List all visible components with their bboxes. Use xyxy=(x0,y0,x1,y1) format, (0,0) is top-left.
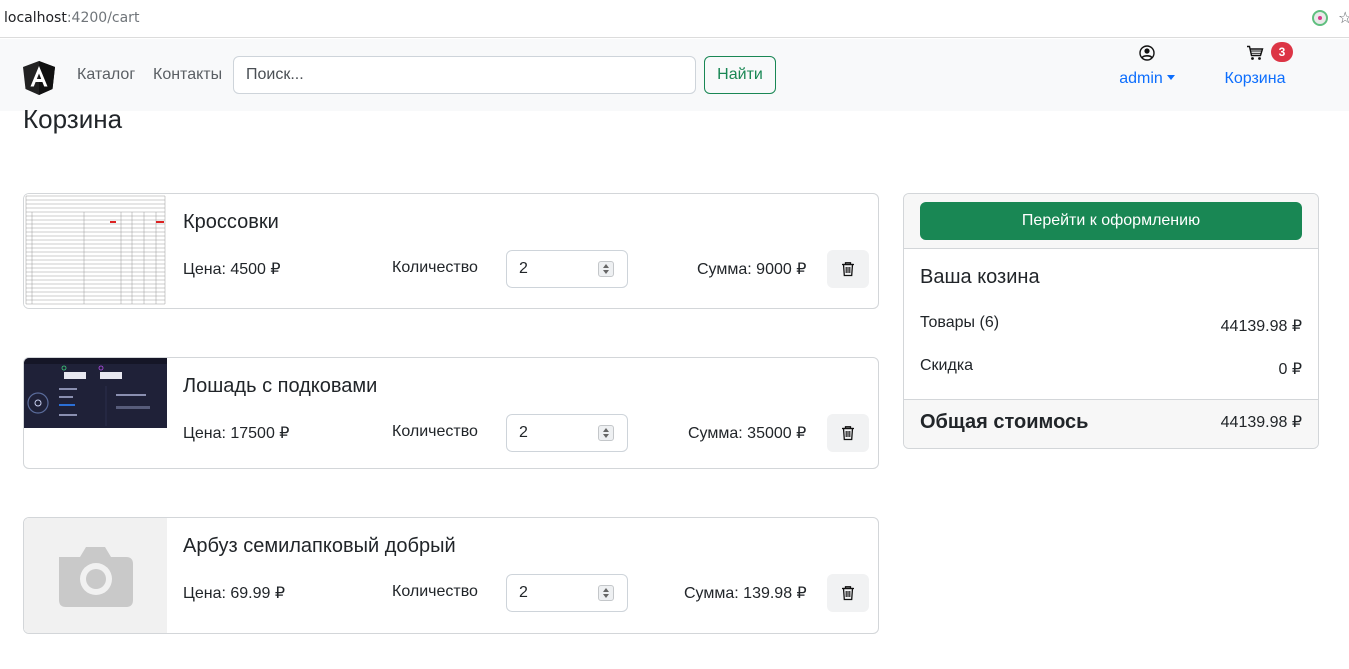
browser-address-bar[interactable]: localhost:4200/cart ☆ xyxy=(0,0,1349,38)
quantity-value: 2 xyxy=(519,260,528,277)
cart-item-card: Арбуз семилапковый добрый Цена: 69.99 ₽ … xyxy=(23,517,879,634)
item-sum: Сумма: 139.98 ₽ xyxy=(684,585,807,602)
caret-down-icon xyxy=(1166,75,1175,80)
spinner-arrows-icon[interactable] xyxy=(598,585,614,601)
trash-icon xyxy=(842,586,854,601)
url-path: :4200/cart xyxy=(66,10,140,26)
product-image xyxy=(24,358,167,428)
items-total-value: 44139.98 ₽ xyxy=(1220,318,1302,335)
quantity-stepper[interactable]: 2 xyxy=(506,250,628,288)
url-host: localhost xyxy=(4,10,67,26)
nav-link-catalog[interactable]: Каталог xyxy=(77,66,135,84)
item-name: Арбуз семилапковый добрый xyxy=(183,535,456,557)
search-button[interactable]: Найти xyxy=(704,56,776,94)
item-name: Кроссовки xyxy=(183,211,279,233)
item-sum: Сумма: 9000 ₽ xyxy=(697,261,807,278)
delete-item-button[interactable] xyxy=(827,250,869,288)
user-menu[interactable]: admin xyxy=(1110,45,1184,88)
quantity-label: Количество xyxy=(392,259,478,276)
cart-label: Корзина xyxy=(1224,70,1286,87)
summary-title: Ваша козина xyxy=(920,266,1040,288)
extension-icon[interactable] xyxy=(1312,10,1328,26)
item-price: Цена: 69.99 ₽ xyxy=(183,585,286,602)
cart-item-card: Кроссовки Цена: 4500 ₽ Количество 2 Сумм… xyxy=(23,193,879,309)
summary-header: Перейти к оформлению xyxy=(904,194,1318,249)
items-count-label: Товары (6) xyxy=(920,314,1000,331)
bookmark-star-icon[interactable]: ☆ xyxy=(1338,8,1349,28)
total-label: Общая стоимось xyxy=(920,411,1089,433)
item-price: Цена: 4500 ₽ xyxy=(183,261,281,278)
quantity-value: 2 xyxy=(519,584,528,601)
cart-link[interactable]: 3 Корзина xyxy=(1214,42,1296,88)
order-summary-card: Перейти к оформлению Ваша козина Товары … xyxy=(903,193,1319,449)
camera-placeholder-icon xyxy=(24,518,167,633)
item-sum: Сумма: 35000 ₽ xyxy=(688,425,807,442)
total-value: 44139.98 ₽ xyxy=(1220,414,1302,431)
navbar: Каталог Контакты Найти admin 3 Корзина xyxy=(0,39,1349,111)
search-input[interactable] xyxy=(233,56,696,94)
summary-footer: Общая стоимось 44139.98 ₽ xyxy=(904,399,1318,448)
nav-link-contacts[interactable]: Контакты xyxy=(153,66,222,84)
delete-item-button[interactable] xyxy=(827,414,869,452)
user-name[interactable]: admin xyxy=(1119,70,1175,88)
item-name: Лошадь с подковами xyxy=(183,375,378,397)
discount-value: 0 ₽ xyxy=(1278,361,1302,378)
spinner-arrows-icon[interactable] xyxy=(598,261,614,277)
checkout-button[interactable]: Перейти к оформлению xyxy=(920,202,1302,240)
cart-count-badge: 3 xyxy=(1271,42,1293,62)
quantity-stepper[interactable]: 2 xyxy=(506,414,628,452)
quantity-label: Количество xyxy=(392,423,478,440)
angular-logo-icon[interactable] xyxy=(23,61,55,95)
cart-icon xyxy=(1247,45,1264,60)
delete-item-button[interactable] xyxy=(827,574,869,612)
spinner-arrows-icon[interactable] xyxy=(598,425,614,441)
user-circle-icon xyxy=(1139,45,1155,61)
discount-label: Скидка xyxy=(920,357,974,374)
item-price: Цена: 17500 ₽ xyxy=(183,425,290,442)
quantity-label: Количество xyxy=(392,583,478,600)
product-image xyxy=(24,194,167,308)
url-text[interactable]: localhost:4200/cart xyxy=(4,10,139,26)
quantity-stepper[interactable]: 2 xyxy=(506,574,628,612)
cart-item-card: Лошадь с подковами Цена: 17500 ₽ Количес… xyxy=(23,357,879,469)
user-name-label: admin xyxy=(1119,70,1163,87)
trash-icon xyxy=(842,426,854,441)
trash-icon xyxy=(842,262,854,277)
quantity-value: 2 xyxy=(519,424,528,441)
page-title: Корзина xyxy=(23,104,123,134)
